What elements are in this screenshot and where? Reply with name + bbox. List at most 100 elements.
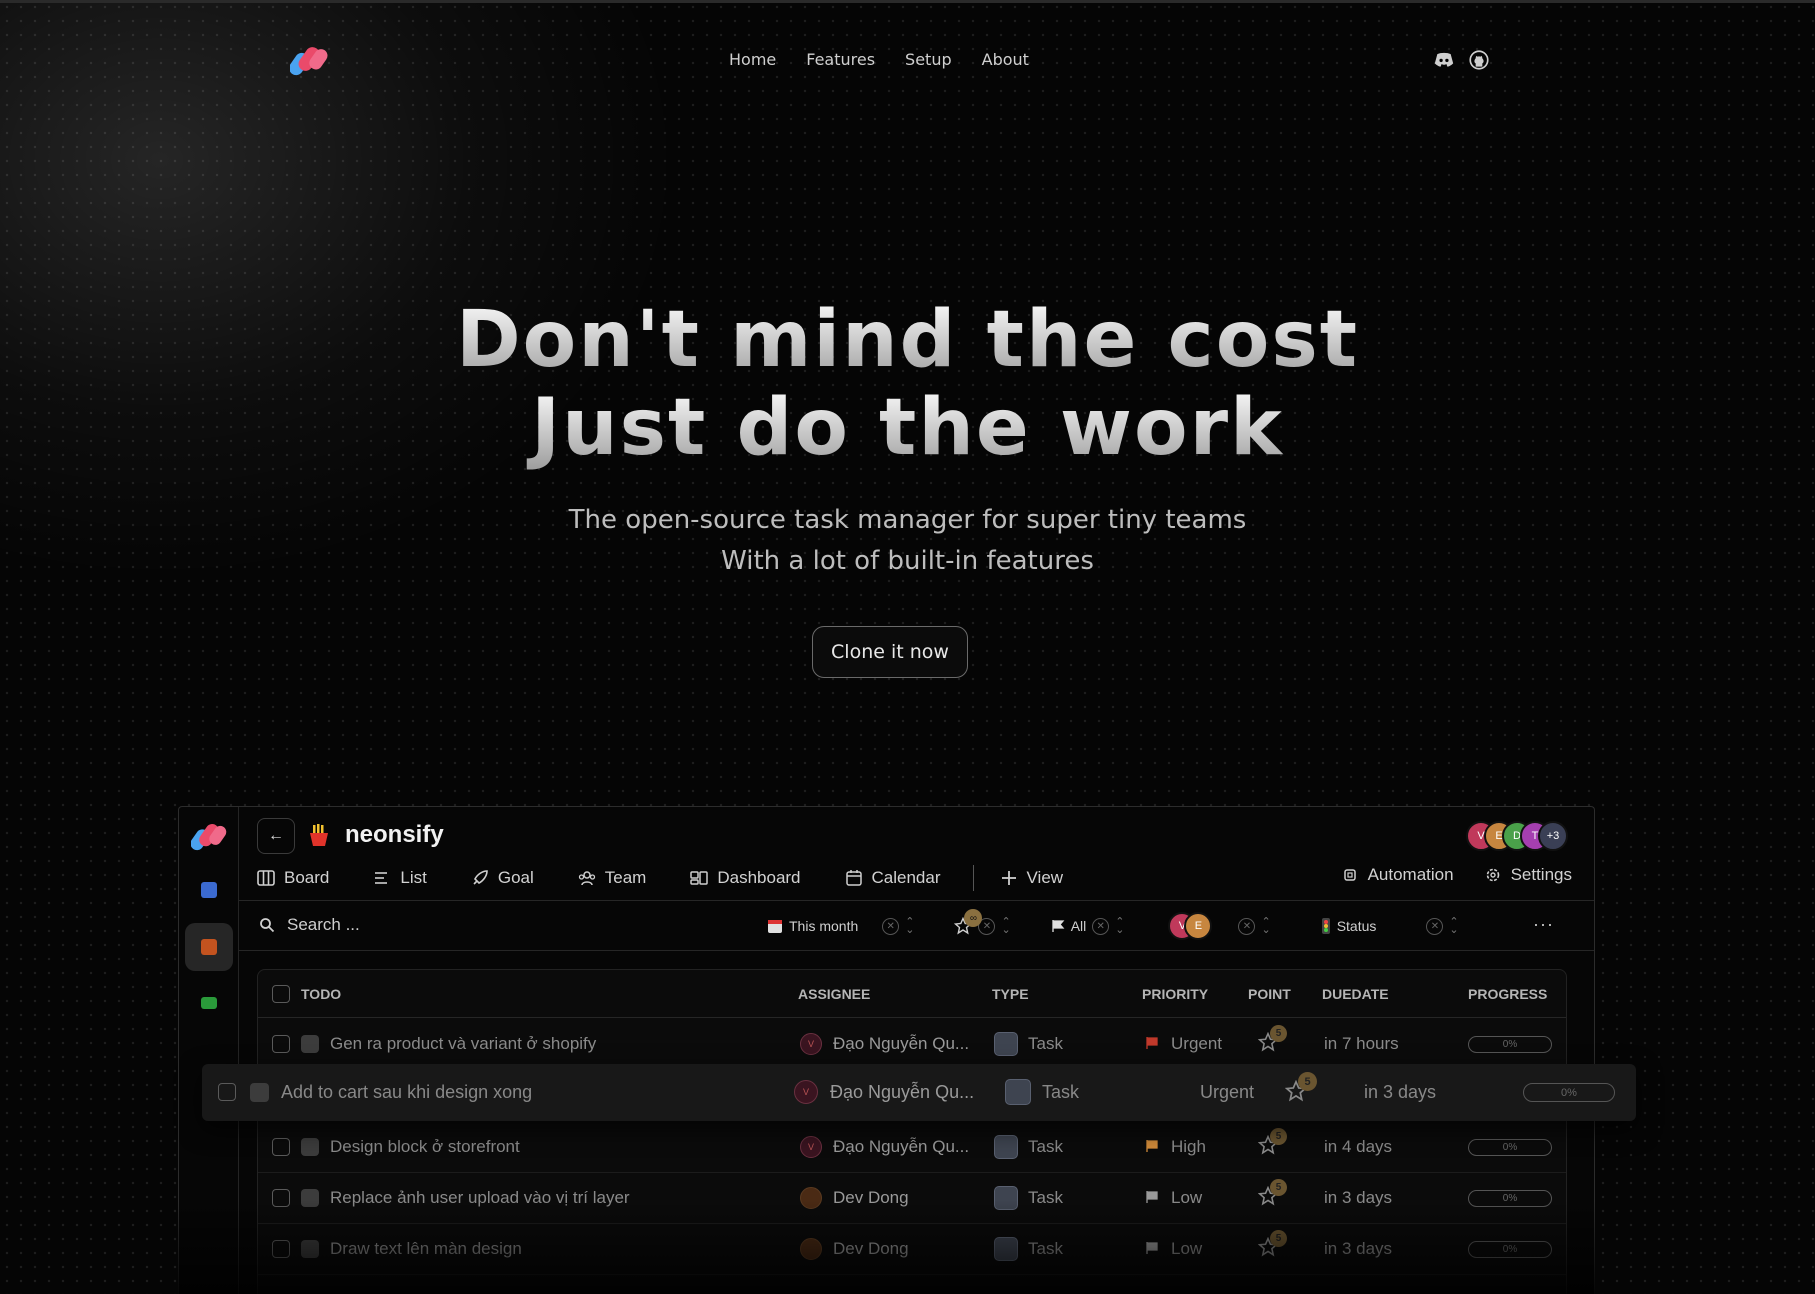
clear-icon[interactable]: ✕ bbox=[882, 917, 900, 935]
task-type[interactable]: Task bbox=[1028, 1137, 1063, 1157]
table-row[interactable]: Replace ảnh user upload vào vị trí layer… bbox=[258, 1173, 1566, 1224]
team-icon bbox=[578, 871, 595, 886]
col-point[interactable]: POINT bbox=[1248, 986, 1291, 1002]
select-all-checkbox[interactable] bbox=[272, 985, 290, 1003]
priority-filter[interactable]: All ✕ ⌃ ⌄ bbox=[1051, 917, 1124, 936]
github-icon[interactable] bbox=[1469, 50, 1489, 70]
col-type[interactable]: TYPE bbox=[992, 986, 1029, 1002]
task-duedate[interactable]: in 7 hours bbox=[1324, 1034, 1399, 1054]
point-badge[interactable]: 5 bbox=[1270, 1128, 1287, 1145]
task-duedate[interactable]: in 3 days bbox=[1324, 1188, 1392, 1208]
tab-board[interactable]: Board bbox=[257, 868, 329, 888]
back-button[interactable]: ← bbox=[257, 818, 295, 854]
assignee-name[interactable]: Đạo Nguyễn Qu... bbox=[833, 1137, 969, 1157]
col-priority[interactable]: PRIORITY bbox=[1142, 986, 1208, 1002]
task-priority[interactable]: Low bbox=[1171, 1239, 1202, 1259]
chevron-updown-icon[interactable]: ⌃ ⌄ bbox=[1261, 917, 1270, 936]
automation-button[interactable]: Automation bbox=[1341, 865, 1454, 885]
dragged-row[interactable]: Add to cart sau khi design xong V Đạo Ng… bbox=[202, 1064, 1636, 1121]
col-progress[interactable]: PROGRESS bbox=[1468, 986, 1547, 1002]
view-tabs: Board List Goal Team Dashboard Calendar bbox=[257, 865, 1107, 891]
chevron-updown-icon[interactable]: ⌃ ⌄ bbox=[905, 917, 914, 936]
tab-label: Board bbox=[284, 868, 330, 887]
row-checkbox[interactable] bbox=[272, 1035, 290, 1053]
clear-icon[interactable]: ✕ bbox=[1092, 917, 1110, 935]
tab-calendar[interactable]: Calendar bbox=[845, 868, 941, 888]
point-badge[interactable]: 5 bbox=[1298, 1072, 1317, 1091]
nav-features[interactable]: Features bbox=[806, 50, 875, 69]
traffic-light-icon bbox=[1321, 918, 1330, 934]
progress-bar: 0% bbox=[1523, 1083, 1615, 1102]
task-duedate[interactable]: in 3 days bbox=[1364, 1082, 1436, 1103]
clear-icon[interactable]: ✕ bbox=[1426, 917, 1444, 935]
task-type[interactable]: Task bbox=[1028, 1188, 1063, 1208]
briefcase-icon[interactable] bbox=[201, 939, 217, 955]
row-checkbox[interactable] bbox=[218, 1083, 236, 1101]
tab-dashboard[interactable]: Dashboard bbox=[690, 868, 801, 888]
chevron-updown-icon[interactable]: ⌃ ⌄ bbox=[1115, 917, 1124, 936]
point-filter[interactable]: ∞ ✕ ⌃ ⌄ bbox=[954, 909, 1011, 936]
hero-subtitle-1: The open-source task manager for super t… bbox=[568, 505, 1247, 535]
task-priority[interactable]: Urgent bbox=[1171, 1034, 1222, 1054]
search-icon bbox=[260, 918, 275, 933]
nav-home[interactable]: Home bbox=[729, 50, 776, 69]
task-name[interactable]: Design block ở storefront bbox=[330, 1137, 520, 1157]
date-filter[interactable]: This month ✕ ⌃ ⌄ bbox=[767, 917, 914, 936]
table-row[interactable]: Draw text lên màn design Dev Dong Task L… bbox=[258, 1224, 1566, 1275]
table-header: TODO ASSIGNEE TYPE PRIORITY POINT DUEDAT… bbox=[258, 970, 1566, 1018]
assignee-filter[interactable]: V E ✕ ⌃ ⌄ bbox=[1168, 912, 1271, 940]
building-icon[interactable] bbox=[201, 882, 217, 898]
task-name[interactable]: Gen ra product và variant ở shopify bbox=[330, 1034, 596, 1054]
brand-logo[interactable] bbox=[290, 46, 328, 76]
table-row[interactable]: Gen ra product và variant ở shopify V Đạ… bbox=[258, 1019, 1566, 1070]
rocket-icon bbox=[473, 870, 488, 885]
nav-about[interactable]: About bbox=[982, 50, 1029, 69]
chevron-updown-icon[interactable]: ⌃ ⌄ bbox=[1001, 917, 1010, 936]
task-type[interactable]: Task bbox=[1028, 1239, 1063, 1259]
member-avatars[interactable]: V E D T +3 bbox=[1466, 821, 1568, 851]
task-name[interactable]: Add to cart sau khi design xong bbox=[281, 1082, 532, 1103]
chip-icon bbox=[1343, 869, 1356, 881]
discord-icon[interactable] bbox=[1434, 51, 1454, 69]
more-options-icon[interactable]: ··· bbox=[1533, 914, 1554, 935]
tab-team[interactable]: Team bbox=[578, 868, 646, 888]
point-badge[interactable]: 5 bbox=[1270, 1230, 1287, 1247]
settings-button[interactable]: Settings bbox=[1484, 865, 1572, 885]
avatar-overflow[interactable]: +3 bbox=[1538, 821, 1568, 851]
task-duedate[interactable]: in 3 days bbox=[1324, 1239, 1392, 1259]
col-assignee[interactable]: ASSIGNEE bbox=[798, 986, 870, 1002]
task-priority[interactable]: Urgent bbox=[1200, 1082, 1254, 1103]
video-icon[interactable] bbox=[201, 997, 217, 1009]
tab-goal[interactable]: Goal bbox=[471, 868, 534, 888]
task-type[interactable]: Task bbox=[1042, 1082, 1079, 1103]
clone-button[interactable]: Clone it now bbox=[812, 626, 968, 678]
date-filter-label: This month bbox=[789, 918, 859, 934]
task-priority[interactable]: High bbox=[1171, 1137, 1206, 1157]
tab-list[interactable]: List bbox=[373, 868, 427, 888]
status-filter[interactable]: Status ✕ ⌃ ⌄ bbox=[1321, 917, 1459, 936]
flag-icon bbox=[1146, 1140, 1158, 1152]
tab-add-view[interactable]: View bbox=[1000, 868, 1063, 888]
row-checkbox[interactable] bbox=[272, 1189, 290, 1207]
assignee-name[interactable]: Đạo Nguyễn Qu... bbox=[833, 1034, 969, 1054]
app-logo[interactable] bbox=[191, 823, 227, 851]
assignee-name[interactable]: Dev Dong bbox=[833, 1239, 909, 1259]
row-checkbox[interactable] bbox=[272, 1138, 290, 1156]
clear-icon[interactable]: ✕ bbox=[1238, 917, 1256, 935]
task-name[interactable]: Draw text lên màn design bbox=[330, 1239, 522, 1259]
task-type[interactable]: Task bbox=[1028, 1034, 1063, 1054]
col-todo[interactable]: TODO bbox=[301, 986, 341, 1002]
nav-setup[interactable]: Setup bbox=[905, 50, 952, 69]
assignee-name[interactable]: Dev Dong bbox=[833, 1188, 909, 1208]
row-checkbox[interactable] bbox=[272, 1240, 290, 1258]
task-name[interactable]: Replace ảnh user upload vào vị trí layer bbox=[330, 1188, 630, 1208]
col-duedate[interactable]: DUEDATE bbox=[1322, 986, 1389, 1002]
search-input[interactable]: Search ... bbox=[287, 915, 360, 935]
assignee-name[interactable]: Đạo Nguyễn Qu... bbox=[830, 1082, 974, 1103]
table-row[interactable]: Design block ở storefront V Đạo Nguyễn Q… bbox=[258, 1122, 1566, 1173]
point-badge[interactable]: 5 bbox=[1270, 1179, 1287, 1196]
task-duedate[interactable]: in 4 days bbox=[1324, 1137, 1392, 1157]
point-badge[interactable]: 5 bbox=[1270, 1025, 1287, 1042]
chevron-updown-icon[interactable]: ⌃ ⌄ bbox=[1449, 917, 1458, 936]
task-priority[interactable]: Low bbox=[1171, 1188, 1202, 1208]
